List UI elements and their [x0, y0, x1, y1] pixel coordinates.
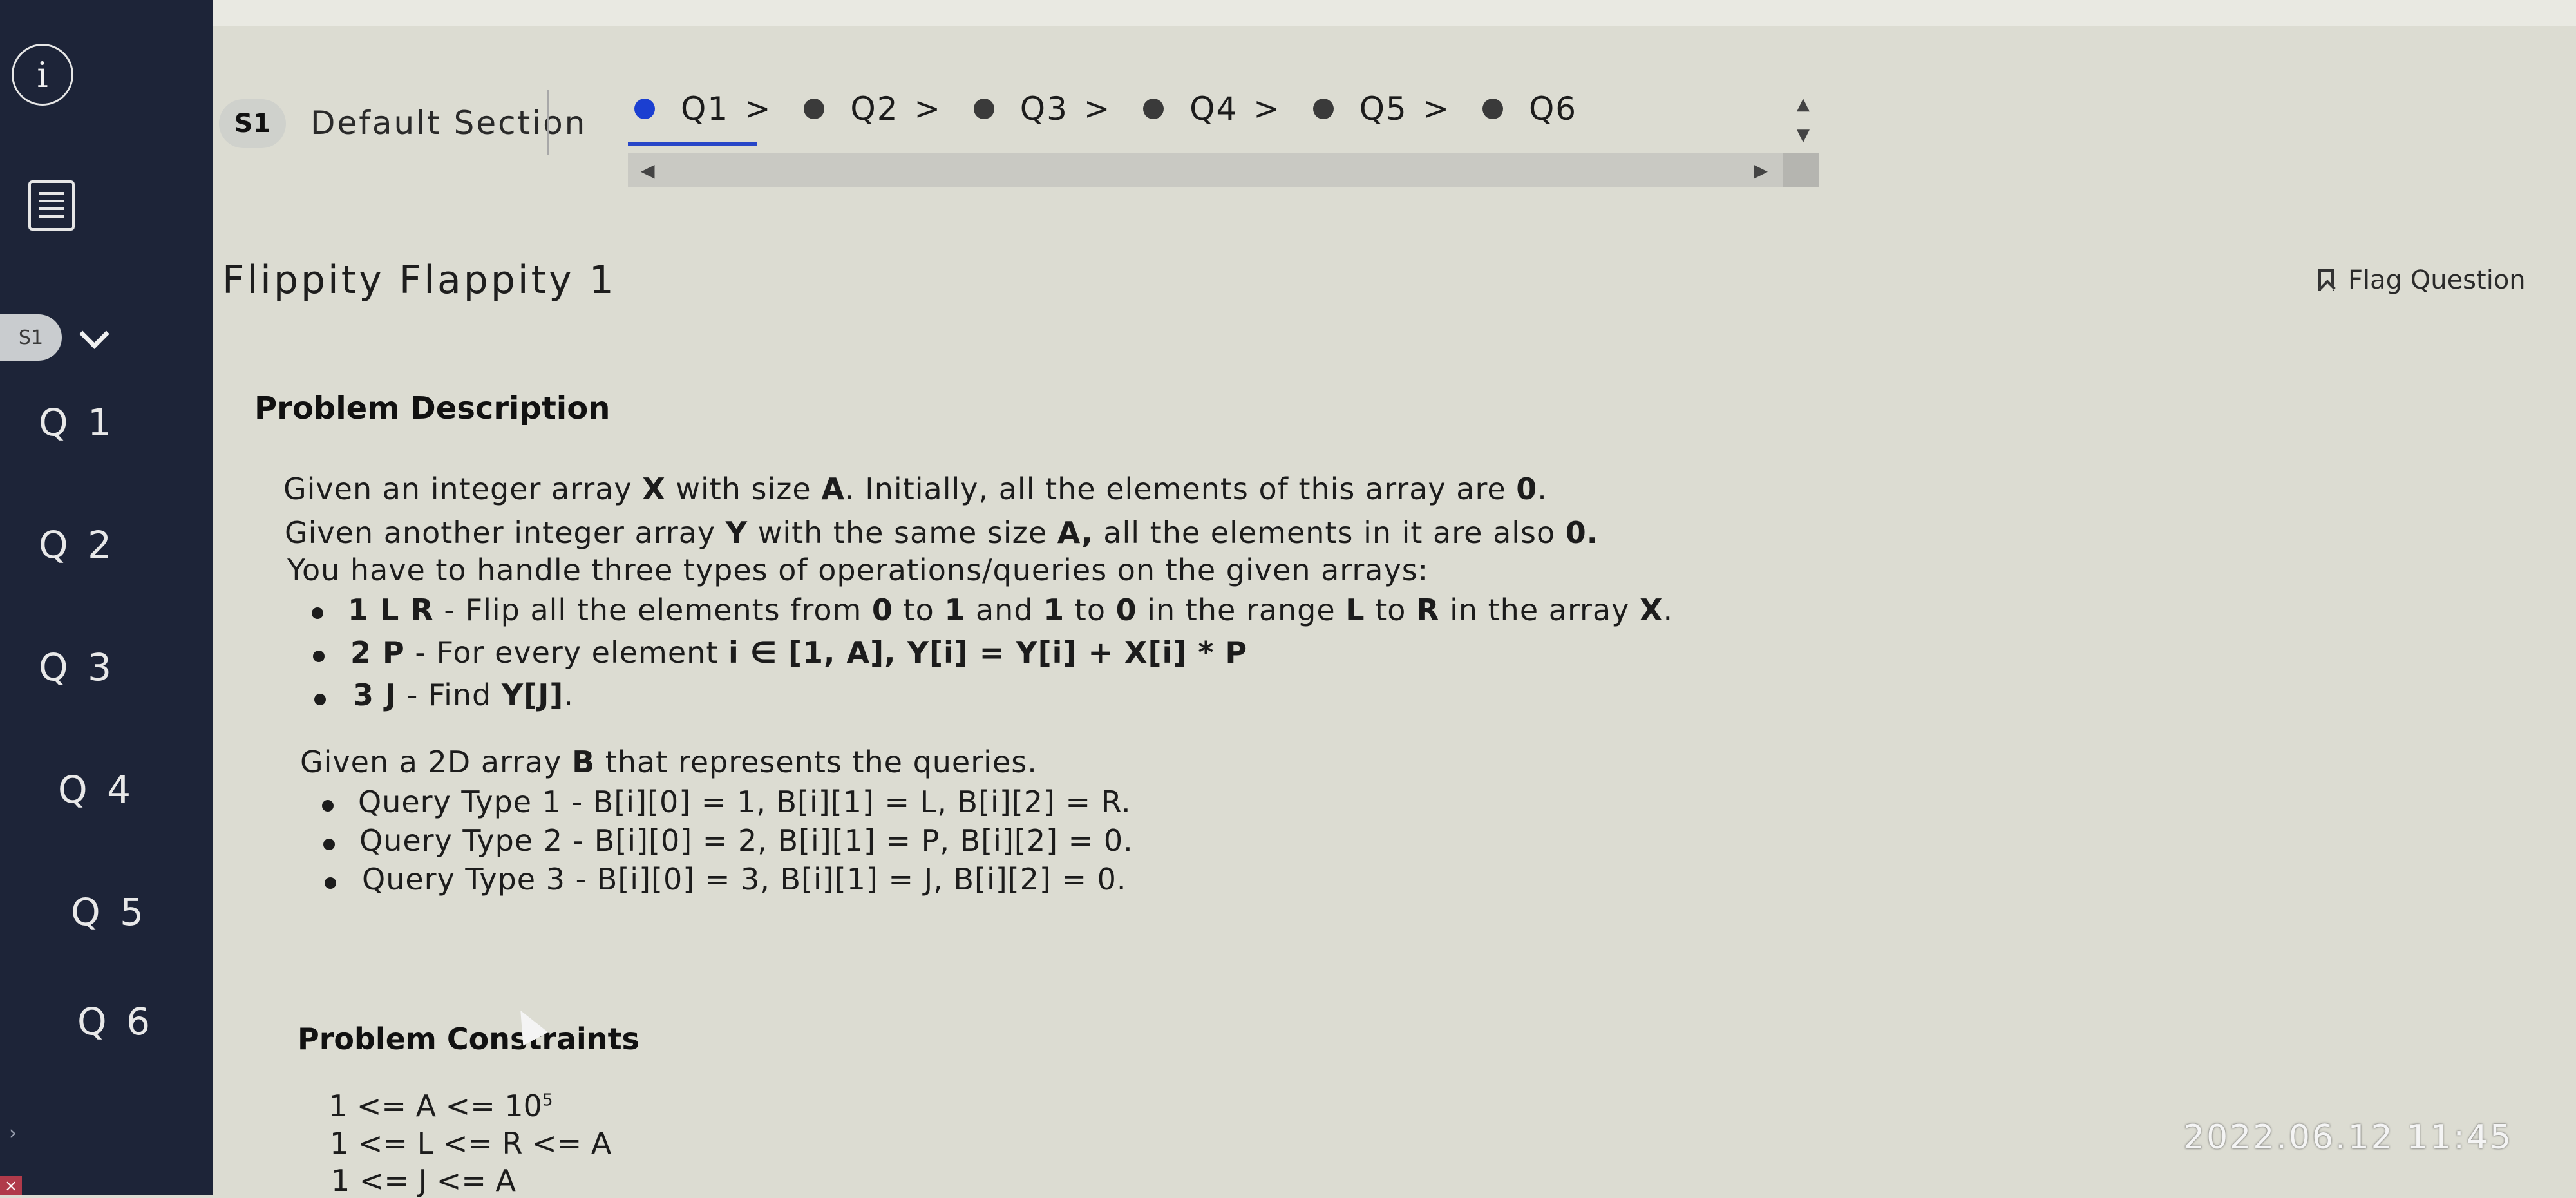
sidebar-item-q1[interactable]: Q 1: [39, 401, 115, 444]
active-tab-indicator: [628, 142, 757, 146]
flag-question-button[interactable]: Flag Question: [2318, 265, 2526, 295]
bullet-icon: [314, 694, 326, 705]
description-line: Given an integer array X with size A. In…: [283, 471, 1548, 506]
close-icon[interactable]: ×: [0, 1176, 22, 1195]
constraint-item: 1 <= L <= R <= A: [330, 1126, 612, 1161]
question-title: Flippity Flappity 1: [222, 258, 616, 303]
operation-item: 2 P - For every element i ∈ [1, A], Y[i]…: [350, 635, 1248, 670]
caret-up-icon[interactable]: ▲: [1787, 89, 1819, 120]
tab-q3[interactable]: Q3 >: [973, 90, 1112, 128]
tab-label: Q5: [1359, 90, 1408, 128]
sidebar-item-q6[interactable]: Q 6: [77, 1000, 154, 1043]
tab-label: Q2: [850, 90, 899, 128]
constraint-item: 1 <= A <= 105: [328, 1089, 553, 1123]
photo-timestamp: 2022.06.12 11:45: [2183, 1118, 2514, 1157]
tab-spinner[interactable]: ▲ ▼: [1787, 89, 1819, 153]
info-icon[interactable]: i: [12, 44, 73, 106]
sidebar-item-q3[interactable]: Q 3: [39, 645, 115, 689]
description-line: You have to handle three types of operat…: [287, 553, 1429, 587]
tab-q4[interactable]: Q4 >: [1143, 90, 1280, 128]
query-item: Query Type 3 - B[i][0] = 3, B[i][1] = J,…: [362, 862, 1127, 897]
caret-down-icon[interactable]: ▼: [1787, 120, 1819, 151]
chevron-down-icon[interactable]: [79, 319, 109, 349]
tab-q2[interactable]: Q2 >: [804, 90, 941, 128]
chevron-right-icon: >: [1083, 91, 1112, 127]
query-item: Query Type 2 - B[i][0] = 2, B[i][1] = P,…: [359, 823, 1133, 858]
question-list-icon[interactable]: [28, 180, 75, 231]
chevron-right-icon: >: [1423, 91, 1450, 127]
bookmark-icon: [2318, 269, 2334, 291]
constraint-item: 1 <= J <= A: [331, 1163, 516, 1198]
query-item: Query Type 1 - B[i][0] = 1, B[i][1] = L,…: [358, 784, 1132, 819]
bullet-icon: [323, 839, 335, 850]
question-nav: S1 Default Section Q1 > Q2 > Q3 > Q4 > Q…: [213, 58, 1819, 193]
tab-label: Q6: [1528, 90, 1578, 128]
status-dot-icon: [804, 99, 825, 119]
status-dot-icon: [1312, 99, 1334, 119]
constraints-heading: Problem Constraints: [298, 1022, 639, 1056]
sidebar-item-q4[interactable]: Q 4: [58, 768, 135, 812]
description-heading: Problem Description: [254, 390, 611, 426]
section-badge[interactable]: S1: [219, 99, 286, 148]
bullet-icon: [325, 877, 336, 889]
divider: [547, 90, 549, 155]
flag-label: Flag Question: [2348, 265, 2526, 295]
bullet-icon: [313, 651, 325, 662]
scroll-right-icon[interactable]: ▶: [1754, 160, 1768, 181]
scroll-thumb[interactable]: [1783, 153, 1819, 187]
status-dot-icon: [973, 99, 994, 119]
operation-item: 3 J - Find Y[J].: [353, 678, 574, 712]
sidebar-section-chip[interactable]: S1: [0, 314, 62, 361]
status-dot-icon: [1482, 99, 1503, 119]
bullet-icon: [312, 607, 323, 619]
sidebar: i S1 Q 1 Q 2 Q 3 Q 4 Q 5 Q 6 › ×: [0, 0, 213, 1195]
chevron-right-icon: >: [1253, 91, 1281, 127]
tab-q1[interactable]: Q1 >: [634, 90, 772, 128]
operation-item: 1 L R - Flip all the elements from 0 to …: [348, 593, 1674, 627]
scroll-left-icon[interactable]: ◀: [641, 160, 655, 181]
top-bar: [213, 0, 2576, 26]
tab-label: Q4: [1189, 90, 1238, 128]
status-dot-icon: [634, 99, 655, 119]
sidebar-item-q2[interactable]: Q 2: [39, 523, 115, 567]
queries-intro: Given a 2D array B that represents the q…: [300, 745, 1037, 779]
tab-label: Q1: [681, 90, 730, 128]
question-tabs: Q1 > Q2 > Q3 > Q4 > Q5 > Q6: [634, 90, 1609, 128]
tabs-scrollbar[interactable]: ◀ ▶: [628, 153, 1819, 187]
tab-label: Q3: [1019, 90, 1068, 128]
tab-q5[interactable]: Q5 >: [1312, 90, 1450, 128]
tab-q6[interactable]: Q6: [1482, 90, 1577, 128]
chevron-right-icon[interactable]: ›: [9, 1122, 17, 1145]
sidebar-item-q5[interactable]: Q 5: [71, 890, 147, 934]
chevron-right-icon: >: [744, 91, 772, 127]
section-name: Default Section: [310, 104, 587, 142]
description-line: Given another integer array Y with the s…: [285, 515, 1599, 550]
status-dot-icon: [1143, 99, 1164, 119]
bullet-icon: [322, 800, 334, 812]
chevron-right-icon: >: [914, 91, 942, 127]
